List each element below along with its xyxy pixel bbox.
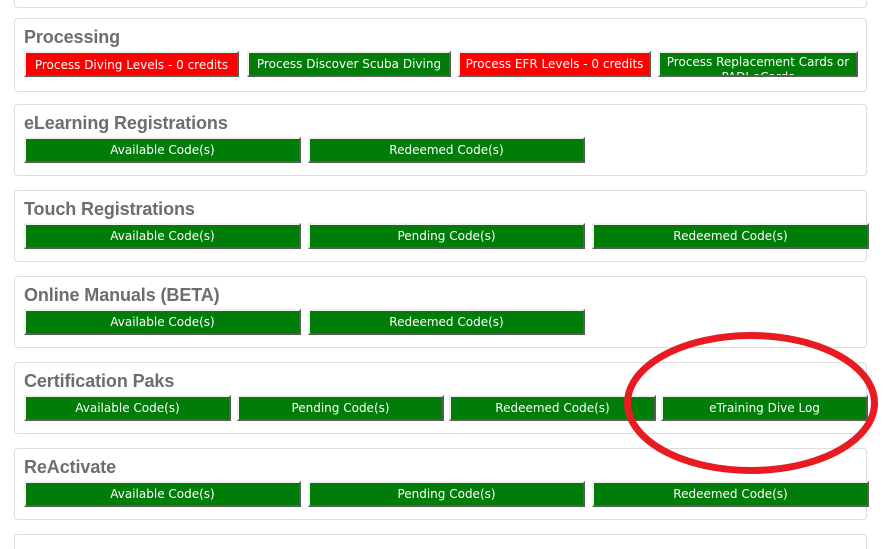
section-title: eLearning Registrations <box>24 113 228 133</box>
button-available-code-s[interactable]: Available Code(s) <box>24 137 301 163</box>
button-redeemed-code-s[interactable]: Redeemed Code(s) <box>592 481 869 507</box>
button-row: Available Code(s) Pending Code(s) Redeemed… <box>15 223 869 257</box>
button-redeemed-code-s[interactable]: Redeemed Code(s) <box>592 223 869 249</box>
button-row: Available Code(s) Pending Code(s) Redeemed… <box>15 395 868 429</box>
partial-panel-top <box>14 0 867 8</box>
button-process-discover-scuba-diving[interactable]: Process Discover Scuba Diving <box>247 51 451 77</box>
button-process-replacement-cards-or-padi-ecards[interactable]: Process Replacement Cards or PADI eCards <box>658 51 858 77</box>
codes-page: Processing Process Diving Levels - 0 cred… <box>0 0 883 549</box>
section-title: Touch Registrations <box>24 199 195 219</box>
section-title: ReActivate <box>24 457 117 477</box>
button-available-code-s[interactable]: Available Code(s) <box>24 223 301 249</box>
section-processing: Processing Process Diving Levels - 0 cred… <box>14 18 867 92</box>
section-title: Online Manuals (BETA) <box>24 285 220 305</box>
section-title: Processing <box>24 27 121 47</box>
section-title: Certification Paks <box>24 371 175 391</box>
section-elearning-registrations: eLearning Registrations Available Code(s)… <box>14 104 867 176</box>
button-process-diving-levels-0-credits[interactable]: Process Diving Levels - 0 credits <box>24 51 239 77</box>
button-etraining-dive-log[interactable]: eTraining Dive Log <box>661 395 868 421</box>
button-row: Process Diving Levels - 0 credits Process… <box>15 51 866 85</box>
section-online-manuals-beta: Online Manuals (BETA) Available Code(s) Re… <box>14 276 867 348</box>
button-available-code-s[interactable]: Available Code(s) <box>24 309 301 335</box>
button-row: Available Code(s) Redeemed Code(s) <box>15 137 866 171</box>
button-pending-code-s[interactable]: Pending Code(s) <box>308 223 585 249</box>
button-available-code-s[interactable]: Available Code(s) <box>24 395 231 421</box>
section-reactivate: ReActivate Available Code(s) Pending Code(… <box>14 448 869 520</box>
section-touch-registrations: Touch Registrations Available Code(s) Pend… <box>14 190 869 262</box>
button-available-code-s[interactable]: Available Code(s) <box>24 481 301 507</box>
button-process-efr-levels-0-credits[interactable]: Process EFR Levels - 0 credits <box>458 51 651 77</box>
partial-panel-bottom <box>14 534 867 549</box>
button-redeemed-code-s[interactable]: Redeemed Code(s) <box>449 395 656 421</box>
button-row: Available Code(s) Pending Code(s) Redeemed… <box>15 481 869 515</box>
button-redeemed-code-s[interactable]: Redeemed Code(s) <box>308 137 585 163</box>
button-pending-code-s[interactable]: Pending Code(s) <box>308 481 585 507</box>
button-pending-code-s[interactable]: Pending Code(s) <box>237 395 444 421</box>
button-redeemed-code-s[interactable]: Redeemed Code(s) <box>308 309 585 335</box>
section-certification-paks: Certification Paks Available Code(s) Pendi… <box>14 362 868 434</box>
button-row: Available Code(s) Redeemed Code(s) <box>15 309 866 343</box>
